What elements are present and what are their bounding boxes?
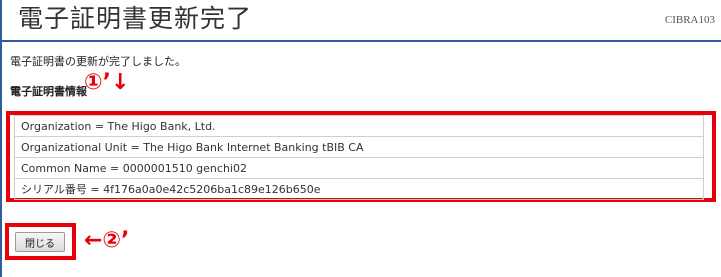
table-cell: Organization = The Higo Bank, Ltd.: [14, 115, 704, 137]
certificate-info-table: Organization = The Higo Bank, Ltd. Organ…: [14, 115, 704, 200]
completion-message: 電子証明書の更新が完了しました。: [10, 55, 186, 68]
header: 電子証明書更新完了 CIBRA103: [2, 0, 721, 42]
close-button[interactable]: 閉じる: [15, 232, 65, 252]
table-row: Common Name = 0000001510 genchi02: [14, 157, 704, 179]
screen-id: CIBRA103: [664, 14, 715, 26]
table-row: Organizational Unit = The Higo Bank Inte…: [14, 136, 704, 158]
table-cell: Organizational Unit = The Higo Bank Inte…: [14, 136, 704, 158]
certificate-info-highlight: Organization = The Higo Bank, Ltd. Organ…: [6, 111, 716, 202]
table-row: シリアル番号 = 4f176a0a0e42c5206ba1c89e126b650…: [14, 178, 704, 200]
table-cell: シリアル番号 = 4f176a0a0e42c5206ba1c89e126b650…: [14, 178, 704, 200]
annotation-2: ←②’: [84, 228, 130, 253]
table-cell: Common Name = 0000001510 genchi02: [14, 157, 704, 179]
page-title: 電子証明書更新完了: [18, 4, 253, 33]
table-row: Organization = The Higo Bank, Ltd.: [14, 115, 704, 137]
section-title: 電子証明書情報: [10, 85, 87, 98]
close-button-highlight: 閉じる: [5, 223, 76, 260]
annotation-1: ①’↓: [84, 70, 130, 95]
